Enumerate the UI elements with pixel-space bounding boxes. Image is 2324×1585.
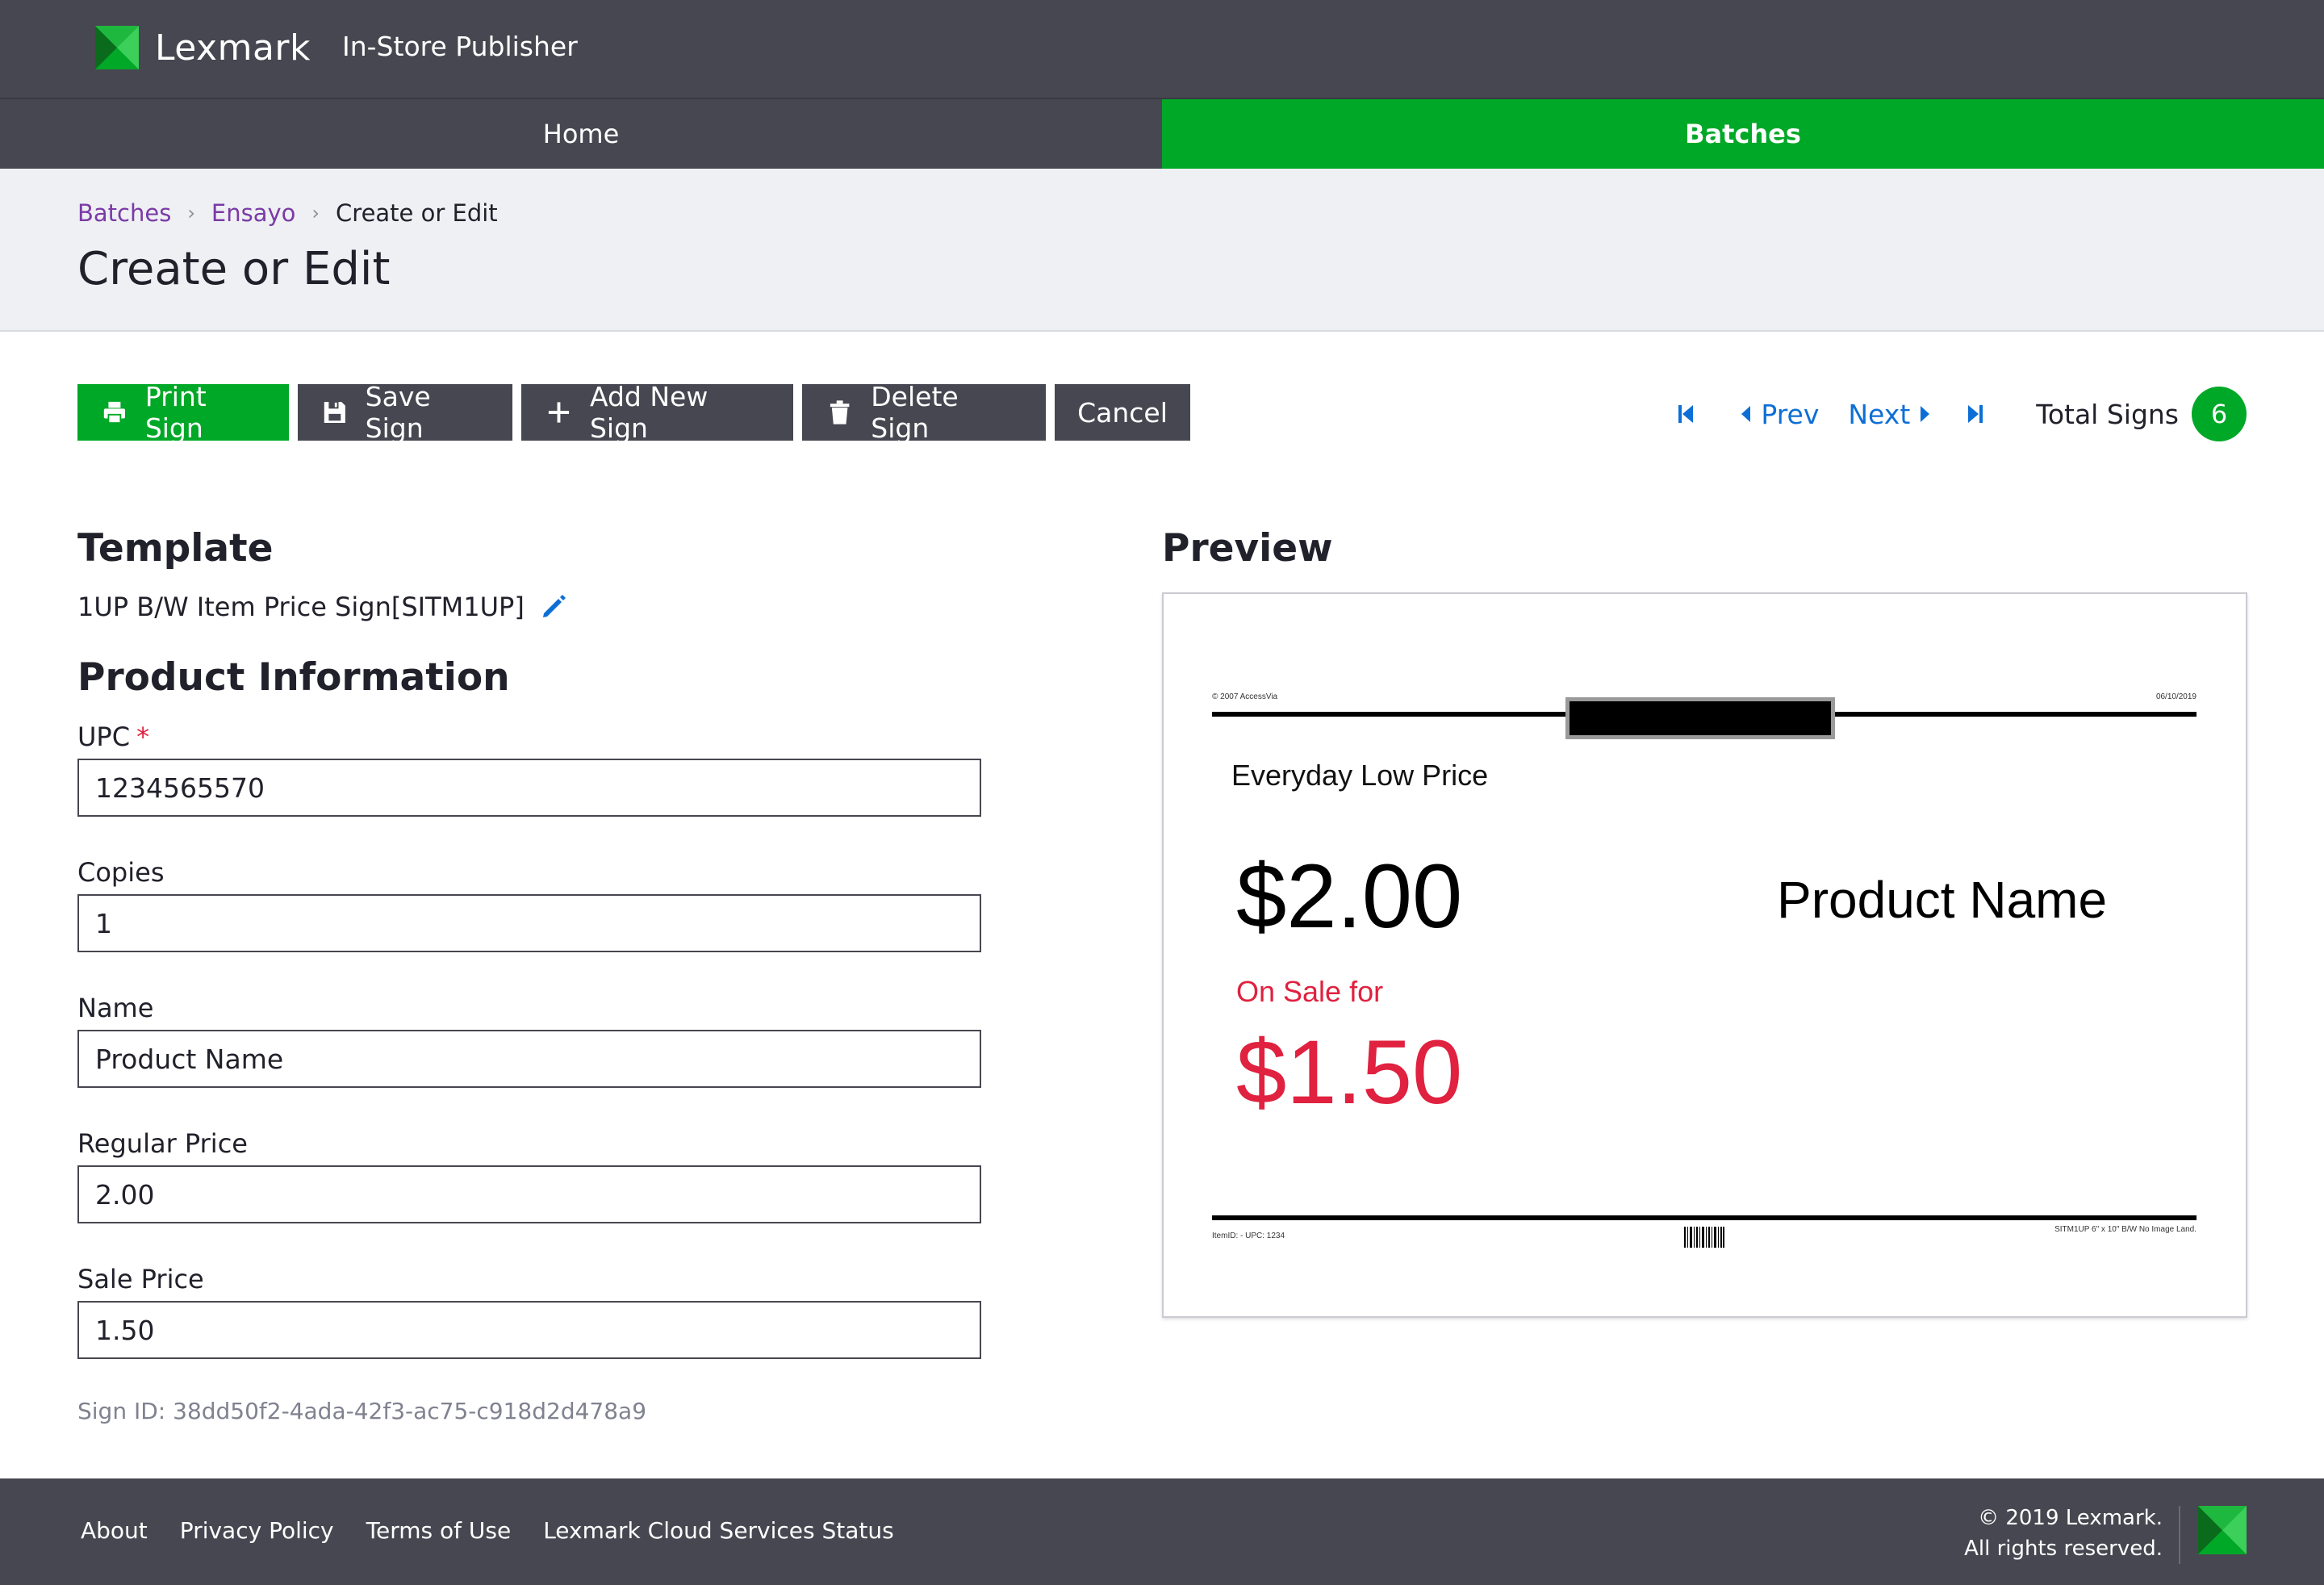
everyday-low-price: Everyday Low Price [1231, 759, 1489, 792]
sign-product-name: Product Name [1777, 871, 2108, 929]
footer-links: About Privacy Policy Terms of Use Lexmar… [81, 1517, 926, 1544]
template-name-text: 1UP B/W Item Price Sign[SITM1UP] [77, 592, 525, 622]
app-name: In-Store Publisher [342, 31, 578, 62]
sign-date: 06/10/2019 [2155, 692, 2197, 701]
prev-button[interactable]: Prev [1740, 399, 1819, 430]
copyright-line-2: All rights reserved. [1964, 1537, 2163, 1561]
skip-last-icon [1968, 405, 1983, 423]
delete-sign-button[interactable]: Delete Sign [802, 381, 1046, 444]
chevron-right-icon: › [311, 202, 320, 224]
page-title: Create or Edit [77, 243, 391, 295]
copyright-line-1: © 2019 Lexmark. [1978, 1506, 2163, 1530]
footer-divider [2179, 1506, 2180, 1564]
print-sign-button[interactable]: Print Sign [77, 381, 289, 444]
sign-render: © 2007 AccessVia 06/10/2019 Everyday Low… [1212, 683, 2197, 1248]
sign-item-id: ItemID: - UPC: 1234 [1212, 1232, 1285, 1240]
add-new-sign-label: Add New Sign [589, 381, 708, 444]
upc-label: UPC * [77, 721, 149, 752]
template-heading: Template [77, 526, 274, 571]
pencil-icon[interactable] [539, 592, 568, 621]
sale-price-input[interactable] [77, 1301, 981, 1359]
brand[interactable]: Lexmark [95, 24, 311, 71]
footer-link-terms[interactable]: Terms of Use [366, 1517, 512, 1544]
lexmark-logo-icon [2198, 1506, 2247, 1554]
breadcrumb-ensayo[interactable]: Ensayo [211, 199, 296, 227]
page-header: Batches › Ensayo › Create or Edit Create… [0, 169, 2324, 332]
plus-icon [548, 402, 570, 423]
barcode-icon [1684, 1227, 1724, 1248]
copies-input[interactable] [77, 894, 981, 952]
sale-price-label: Sale Price [77, 1264, 204, 1294]
print-sign-label: Print Sign [144, 381, 207, 444]
sign-copyright: © 2007 AccessVia [1212, 692, 1278, 701]
main-nav: Home Batches [0, 98, 2324, 169]
caret-left-icon [1741, 406, 1751, 422]
sign-sale-price: $1.50 [1236, 1022, 1463, 1123]
total-signs-badge: 6 [2192, 387, 2247, 441]
sign-template-code: SITM1UP 6" x 10" B/W No Image Land. [2054, 1225, 2197, 1234]
floppy-disk-icon [324, 401, 345, 424]
sign-pager: Prev Next Total Signs 6 [1677, 386, 2247, 442]
required-marker: * [136, 721, 150, 752]
name-input[interactable] [77, 1030, 981, 1088]
product-info-heading: Product Information [77, 655, 510, 700]
sign-bottom-rule [1212, 1215, 2197, 1220]
chevron-right-icon: › [187, 202, 195, 224]
footer-link-about[interactable]: About [81, 1517, 148, 1544]
sign-toolbar: Print Sign Save Sign Add New Sign Delete… [77, 381, 1199, 444]
next-label: Next [1848, 398, 1911, 430]
sign-regular-price: $2.00 [1236, 846, 1463, 947]
skip-first-icon [1678, 405, 1694, 423]
breadcrumb-batches[interactable]: Batches [77, 199, 171, 227]
printer-icon [103, 401, 126, 424]
name-label: Name [77, 993, 154, 1023]
save-sign-button[interactable]: Save Sign [298, 381, 512, 444]
footer-copyright: © 2019 Lexmark. All rights reserved. [1964, 1503, 2163, 1564]
top-bar: Lexmark In-Store Publisher [0, 0, 2324, 98]
add-new-sign-button[interactable]: Add New Sign [521, 381, 793, 444]
last-page-button[interactable] [1967, 403, 1984, 425]
regular-price-label: Regular Price [77, 1128, 248, 1159]
caret-right-icon [1921, 406, 1930, 422]
delete-sign-label: Delete Sign [871, 381, 959, 444]
save-sign-label: Save Sign [365, 381, 431, 444]
nav-home[interactable]: Home [0, 99, 1162, 169]
footer: About Privacy Policy Terms of Use Lexmar… [0, 1478, 2324, 1585]
footer-link-status[interactable]: Lexmark Cloud Services Status [543, 1517, 894, 1544]
upc-label-text: UPC [77, 721, 131, 752]
total-signs-label: Total Signs [2036, 398, 2179, 430]
footer-link-privacy[interactable]: Privacy Policy [180, 1517, 334, 1544]
cancel-button[interactable]: Cancel [1055, 384, 1190, 441]
breadcrumb: Batches › Ensayo › Create or Edit [77, 199, 498, 227]
regular-price-input[interactable] [77, 1165, 981, 1223]
first-page-button[interactable] [1677, 403, 1695, 425]
template-name: 1UP B/W Item Price Sign[SITM1UP] [77, 592, 568, 622]
upc-input[interactable] [77, 759, 981, 817]
trash-icon [830, 400, 850, 424]
next-button[interactable]: Next [1848, 399, 1931, 430]
sign-preview: © 2007 AccessVia 06/10/2019 Everyday Low… [1162, 592, 2247, 1318]
sign-id: Sign ID: 38dd50f2-4ada-42f3-ac75-c918d2d… [77, 1398, 647, 1424]
brand-name: Lexmark [155, 27, 311, 69]
lexmark-logo-icon [95, 26, 139, 69]
prev-label: Prev [1761, 398, 1820, 430]
copies-label: Copies [77, 857, 165, 888]
redacted-logo [1565, 697, 1835, 739]
preview-heading: Preview [1162, 526, 1333, 571]
sign-on-sale: On Sale for [1236, 975, 1384, 1008]
nav-batches[interactable]: Batches [1162, 99, 2324, 169]
breadcrumb-current: Create or Edit [336, 199, 498, 227]
